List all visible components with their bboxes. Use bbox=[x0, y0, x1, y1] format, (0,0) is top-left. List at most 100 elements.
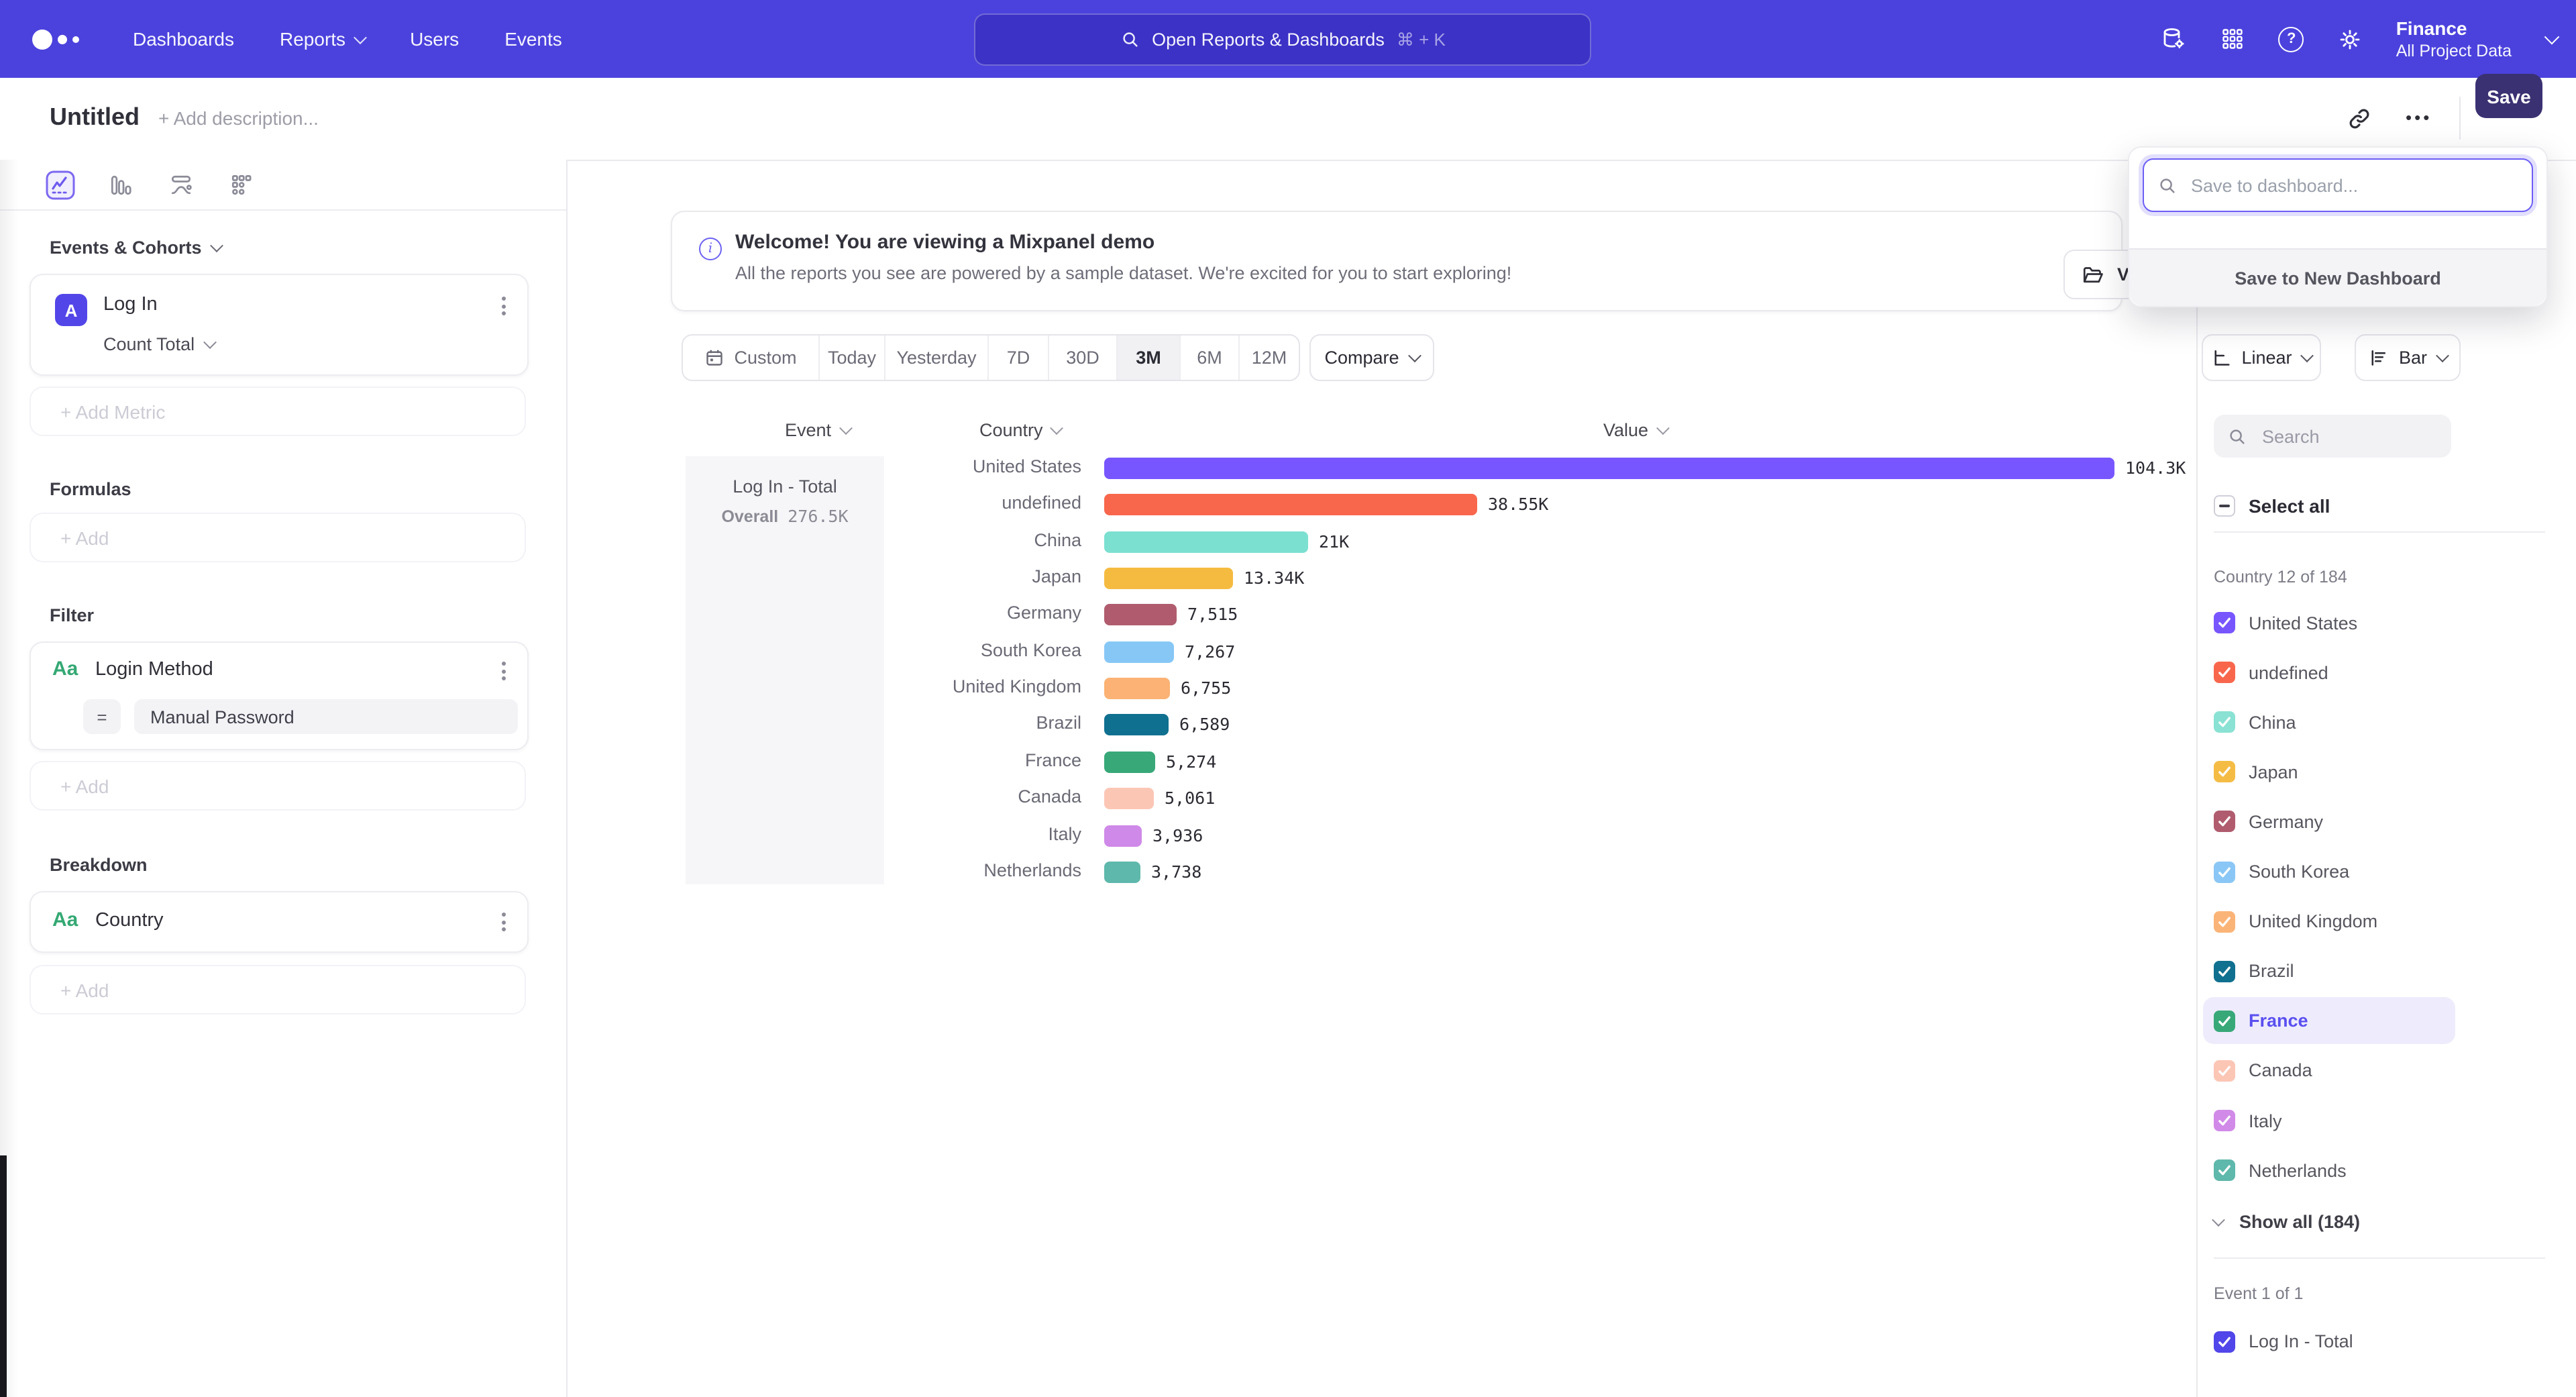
range-6m[interactable]: 6M bbox=[1179, 335, 1238, 380]
legend-search[interactable] bbox=[2214, 415, 2451, 458]
metric-card-log-in[interactable]: A Log In Count Total bbox=[30, 274, 529, 376]
bar-undefined[interactable] bbox=[1104, 495, 1477, 516]
nav-item-users[interactable]: Users bbox=[410, 28, 459, 50]
nav-item-dashboards[interactable]: Dashboards bbox=[133, 28, 234, 50]
add-breakdown-button[interactable]: + Add bbox=[30, 965, 526, 1015]
add-metric-button[interactable]: + Add Metric bbox=[30, 386, 526, 436]
event-checkbox[interactable] bbox=[2214, 1331, 2235, 1352]
nav-item-events[interactable]: Events bbox=[504, 28, 562, 50]
legend-checkbox[interactable] bbox=[2214, 612, 2235, 633]
legend-checkbox[interactable] bbox=[2214, 911, 2235, 932]
settings-gear-icon[interactable] bbox=[2337, 25, 2364, 52]
data-connections-icon[interactable] bbox=[2160, 25, 2187, 52]
legend-item-united-kingdom[interactable]: United Kingdom bbox=[2203, 898, 2455, 945]
filter-property-name[interactable]: Login Method bbox=[95, 659, 213, 680]
legend-item-brazil[interactable]: Brazil bbox=[2203, 947, 2455, 994]
legend-checkbox[interactable] bbox=[2214, 1110, 2235, 1131]
metric-aggregation[interactable]: Count Total bbox=[103, 334, 215, 354]
scale-selector-button[interactable]: Linear bbox=[2202, 334, 2321, 381]
linear-axis-icon bbox=[2210, 348, 2231, 368]
legend-checkbox[interactable] bbox=[2214, 711, 2235, 733]
filter-card-login-method[interactable]: Aa Login Method = Manual Password bbox=[30, 641, 529, 750]
report-title[interactable]: Untitled bbox=[50, 103, 140, 132]
legend-checkbox[interactable] bbox=[2214, 662, 2235, 683]
legend-checkbox[interactable] bbox=[2214, 1011, 2235, 1032]
legend-item-france[interactable]: France bbox=[2203, 998, 2455, 1045]
tab-insights-icon[interactable] bbox=[46, 170, 75, 199]
legend-checkbox[interactable] bbox=[2214, 811, 2235, 833]
bar-netherlands[interactable] bbox=[1104, 862, 1140, 883]
range-12m[interactable]: 12M bbox=[1238, 335, 1299, 380]
bar-italy[interactable] bbox=[1104, 825, 1142, 846]
save-button[interactable]: Save bbox=[2475, 74, 2542, 118]
range-30d[interactable]: 30D bbox=[1048, 335, 1116, 380]
copy-link-icon[interactable] bbox=[2344, 103, 2373, 133]
add-formula-button[interactable]: + Add bbox=[30, 513, 526, 562]
legend-checkbox[interactable] bbox=[2214, 762, 2235, 783]
save-dashboard-input[interactable] bbox=[2188, 174, 2502, 197]
legend-item-china[interactable]: China bbox=[2203, 698, 2455, 745]
range-custom[interactable]: Custom bbox=[683, 335, 818, 380]
metric-kebab-icon[interactable] bbox=[502, 297, 506, 315]
bar-japan[interactable] bbox=[1104, 568, 1233, 589]
legend-item-united-states[interactable]: United States bbox=[2203, 599, 2455, 646]
tab-bar-chart-icon[interactable] bbox=[106, 170, 136, 199]
legend-item-germany[interactable]: Germany bbox=[2203, 798, 2455, 845]
bar-brazil[interactable] bbox=[1104, 715, 1169, 736]
legend-item-japan[interactable]: Japan bbox=[2203, 749, 2455, 796]
save-to-new-dashboard-button[interactable]: Save to New Dashboard bbox=[2129, 248, 2546, 306]
compare-button[interactable]: Compare bbox=[1309, 334, 1434, 381]
bar-united-kingdom[interactable] bbox=[1104, 678, 1170, 699]
project-name: Finance bbox=[2396, 18, 2512, 42]
bar-canada[interactable] bbox=[1104, 788, 1154, 809]
show-all-button[interactable]: Show all (184) bbox=[2214, 1212, 2360, 1232]
tab-retention-icon[interactable] bbox=[227, 170, 256, 199]
nav-item-reports[interactable]: Reports bbox=[280, 28, 364, 50]
breakdown-property-name[interactable]: Country bbox=[95, 910, 164, 931]
range-yesterday[interactable]: Yesterday bbox=[884, 335, 987, 380]
range-7d[interactable]: 7D bbox=[987, 335, 1048, 380]
range-today[interactable]: Today bbox=[818, 335, 884, 380]
breakdown-kebab-icon[interactable] bbox=[502, 913, 506, 931]
global-search[interactable]: Open Reports & Dashboards ⌘ + K bbox=[974, 13, 1591, 66]
chart-type-button[interactable]: Bar bbox=[2355, 334, 2461, 381]
save-dashboard-search[interactable] bbox=[2143, 158, 2533, 212]
add-filter-button[interactable]: + Add bbox=[30, 761, 526, 811]
metric-name[interactable]: Log In bbox=[103, 294, 158, 315]
mixpanel-logo-icon[interactable] bbox=[32, 29, 79, 49]
legend-checkbox[interactable] bbox=[2214, 861, 2235, 882]
legend-item-canada[interactable]: Canada bbox=[2203, 1047, 2455, 1094]
range-3m[interactable]: 3M bbox=[1116, 335, 1179, 380]
tab-flows-icon[interactable] bbox=[166, 170, 196, 199]
legend-checkbox[interactable] bbox=[2214, 1159, 2235, 1181]
legend-item-italy[interactable]: Italy bbox=[2203, 1097, 2455, 1144]
filter-operator[interactable]: = bbox=[83, 699, 121, 734]
select-all-row[interactable]: Select all bbox=[2214, 495, 2330, 517]
events-cohorts-header[interactable]: Events & Cohorts bbox=[50, 238, 222, 258]
apps-grid-icon[interactable] bbox=[2219, 25, 2246, 52]
bar-china[interactable] bbox=[1104, 531, 1308, 552]
legend-item-south-korea[interactable]: South Korea bbox=[2203, 848, 2455, 895]
add-description-field[interactable]: + Add description... bbox=[158, 107, 319, 129]
legend-item-netherlands[interactable]: Netherlands bbox=[2203, 1147, 2455, 1194]
bar-germany[interactable] bbox=[1104, 605, 1177, 626]
column-header-event[interactable]: Event bbox=[785, 420, 850, 440]
help-icon[interactable]: ? bbox=[2278, 25, 2305, 52]
breakdown-card-country[interactable]: Aa Country bbox=[30, 891, 529, 953]
legend-checkbox[interactable] bbox=[2214, 1060, 2235, 1082]
project-switcher[interactable]: Finance All Project Data bbox=[2396, 18, 2557, 60]
bar-united-states[interactable] bbox=[1104, 458, 2114, 479]
column-header-value[interactable]: Value bbox=[1603, 420, 1667, 440]
filter-value[interactable]: Manual Password bbox=[134, 699, 518, 734]
legend-search-input[interactable] bbox=[2259, 425, 2439, 448]
more-actions-button[interactable]: ••• bbox=[2406, 107, 2432, 127]
filter-kebab-icon[interactable] bbox=[502, 662, 506, 680]
legend-item-undefined[interactable]: undefined bbox=[2203, 649, 2455, 696]
bar-south-korea[interactable] bbox=[1104, 641, 1174, 663]
bar-france[interactable] bbox=[1104, 752, 1155, 773]
legend-checkbox[interactable] bbox=[2214, 960, 2235, 982]
column-header-country[interactable]: Country bbox=[979, 420, 1062, 440]
legend-event-row[interactable]: Log In - Total bbox=[2203, 1318, 2455, 1365]
select-all-checkbox[interactable] bbox=[2214, 495, 2235, 517]
string-property-icon: Aa bbox=[52, 909, 78, 931]
